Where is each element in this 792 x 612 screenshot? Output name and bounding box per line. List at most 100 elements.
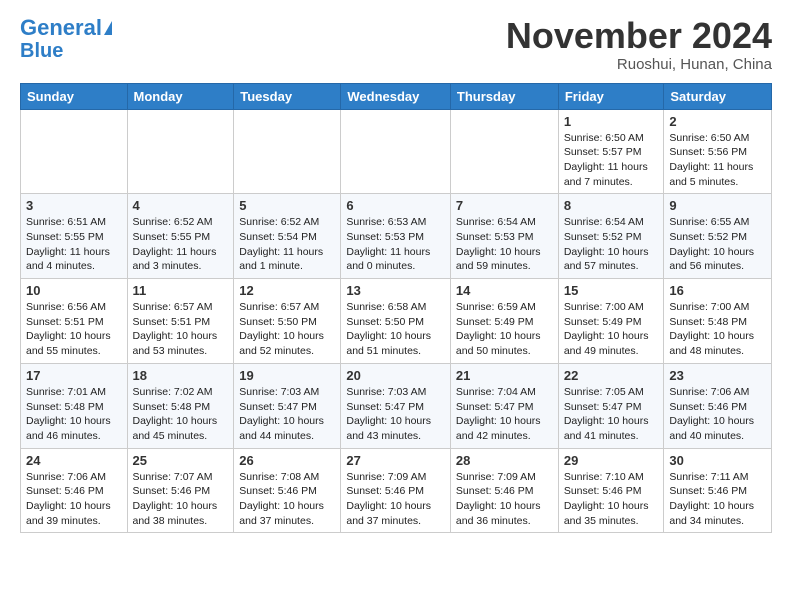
- day-number: 5: [239, 198, 335, 213]
- calendar-cell: 2 Sunrise: 6:50 AMSunset: 5:56 PMDaylight…: [664, 109, 772, 194]
- calendar-cell: 9Sunrise: 6:55 AMSunset: 5:52 PMDaylight…: [664, 194, 772, 279]
- day-number: 1: [564, 114, 659, 129]
- calendar-cell: 7 Sunrise: 6:54 AMSunset: 5:53 PMDaylight…: [450, 194, 558, 279]
- calendar-week-row: 3 Sunrise: 6:51 AMSunset: 5:55 PMDaylight…: [21, 194, 772, 279]
- month-title: November 2024: [506, 16, 772, 56]
- calendar-header-row: SundayMondayTuesdayWednesdayThursdayFrid…: [21, 83, 772, 109]
- day-number: 25: [133, 453, 229, 468]
- calendar-week-row: 17Sunrise: 7:01 AMSunset: 5:48 PMDayligh…: [21, 363, 772, 448]
- calendar-cell: 19Sunrise: 7:03 AMSunset: 5:47 PMDayligh…: [234, 363, 341, 448]
- title-block: November 2024 Ruoshui, Hunan, China: [506, 16, 772, 73]
- day-number: 27: [346, 453, 445, 468]
- day-number: 15: [564, 283, 659, 298]
- calendar-cell: 23Sunrise: 7:06 AMSunset: 5:46 PMDayligh…: [664, 363, 772, 448]
- day-info: Sunrise: 7:08 AMSunset: 5:46 PMDaylight:…: [239, 470, 335, 529]
- day-info: Sunrise: 7:06 AMSunset: 5:46 PMDaylight:…: [669, 385, 766, 444]
- day-number: 16: [669, 283, 766, 298]
- day-number: 29: [564, 453, 659, 468]
- weekday-header: Sunday: [21, 83, 128, 109]
- day-number: 6: [346, 198, 445, 213]
- day-number: 2: [669, 114, 766, 129]
- calendar-cell: 27 Sunrise: 7:09 AMSunset: 5:46 PMDayligh…: [341, 448, 451, 533]
- day-number: 4: [133, 198, 229, 213]
- day-number: 14: [456, 283, 553, 298]
- day-number: 7: [456, 198, 553, 213]
- calendar-cell: 29 Sunrise: 7:10 AMSunset: 5:46 PMDayligh…: [558, 448, 664, 533]
- calendar-week-row: 24 Sunrise: 7:06 AMSunset: 5:46 PMDayligh…: [21, 448, 772, 533]
- calendar-cell: 24 Sunrise: 7:06 AMSunset: 5:46 PMDayligh…: [21, 448, 128, 533]
- logo-line2: Blue: [20, 40, 63, 62]
- day-info: Sunrise: 7:06 AMSunset: 5:46 PMDaylight:…: [26, 470, 122, 529]
- calendar-cell: 16 Sunrise: 7:00 AMSunset: 5:48 PMDayligh…: [664, 279, 772, 364]
- day-info: Sunrise: 6:53 AMSunset: 5:53 PMDaylight:…: [346, 215, 445, 274]
- day-info: Sunrise: 6:50 AMSunset: 5:57 PMDaylight:…: [564, 131, 659, 190]
- logo: General Blue: [20, 16, 112, 62]
- calendar-cell: 11 Sunrise: 6:57 AMSunset: 5:51 PMDayligh…: [127, 279, 234, 364]
- calendar-cell: 18 Sunrise: 7:02 AMSunset: 5:48 PMDayligh…: [127, 363, 234, 448]
- calendar-cell: 22 Sunrise: 7:05 AMSunset: 5:47 PMDayligh…: [558, 363, 664, 448]
- header: General Blue November 2024 Ruoshui, Huna…: [20, 16, 772, 73]
- calendar-cell: 20Sunrise: 7:03 AMSunset: 5:47 PMDayligh…: [341, 363, 451, 448]
- day-number: 3: [26, 198, 122, 213]
- day-info: Sunrise: 6:51 AMSunset: 5:55 PMDaylight:…: [26, 215, 122, 274]
- day-number: 28: [456, 453, 553, 468]
- day-number: 10: [26, 283, 122, 298]
- calendar-cell: 8Sunrise: 6:54 AMSunset: 5:52 PMDaylight…: [558, 194, 664, 279]
- calendar-cell: [341, 109, 451, 194]
- day-info: Sunrise: 7:09 AMSunset: 5:46 PMDaylight:…: [346, 470, 445, 529]
- calendar-cell: 30Sunrise: 7:11 AMSunset: 5:46 PMDayligh…: [664, 448, 772, 533]
- day-info: Sunrise: 7:10 AMSunset: 5:46 PMDaylight:…: [564, 470, 659, 529]
- calendar-cell: 4 Sunrise: 6:52 AMSunset: 5:55 PMDaylight…: [127, 194, 234, 279]
- day-number: 18: [133, 368, 229, 383]
- calendar-week-row: 1 Sunrise: 6:50 AMSunset: 5:57 PMDaylight…: [21, 109, 772, 194]
- day-number: 8: [564, 198, 659, 213]
- day-info: Sunrise: 7:03 AMSunset: 5:47 PMDaylight:…: [346, 385, 445, 444]
- logo-text: General: [20, 16, 102, 40]
- calendar-cell: 26 Sunrise: 7:08 AMSunset: 5:46 PMDayligh…: [234, 448, 341, 533]
- day-info: Sunrise: 7:11 AMSunset: 5:46 PMDaylight:…: [669, 470, 766, 529]
- day-number: 13: [346, 283, 445, 298]
- calendar-cell: 15Sunrise: 7:00 AMSunset: 5:49 PMDayligh…: [558, 279, 664, 364]
- day-number: 26: [239, 453, 335, 468]
- calendar-cell: [450, 109, 558, 194]
- calendar-cell: 10Sunrise: 6:56 AMSunset: 5:51 PMDayligh…: [21, 279, 128, 364]
- day-info: Sunrise: 7:04 AMSunset: 5:47 PMDaylight:…: [456, 385, 553, 444]
- day-number: 11: [133, 283, 229, 298]
- day-number: 24: [26, 453, 122, 468]
- calendar-cell: 25 Sunrise: 7:07 AMSunset: 5:46 PMDayligh…: [127, 448, 234, 533]
- calendar-cell: 13 Sunrise: 6:58 AMSunset: 5:50 PMDayligh…: [341, 279, 451, 364]
- day-number: 21: [456, 368, 553, 383]
- day-info: Sunrise: 6:59 AMSunset: 5:49 PMDaylight:…: [456, 300, 553, 359]
- page: General Blue November 2024 Ruoshui, Huna…: [0, 0, 792, 549]
- day-info: Sunrise: 6:52 AMSunset: 5:55 PMDaylight:…: [133, 215, 229, 274]
- day-info: Sunrise: 6:54 AMSunset: 5:53 PMDaylight:…: [456, 215, 553, 274]
- calendar-week-row: 10Sunrise: 6:56 AMSunset: 5:51 PMDayligh…: [21, 279, 772, 364]
- location: Ruoshui, Hunan, China: [506, 56, 772, 73]
- weekday-header: Monday: [127, 83, 234, 109]
- day-info: Sunrise: 7:07 AMSunset: 5:46 PMDaylight:…: [133, 470, 229, 529]
- day-number: 9: [669, 198, 766, 213]
- day-info: Sunrise: 6:50 AMSunset: 5:56 PMDaylight:…: [669, 131, 766, 190]
- calendar-cell: 12Sunrise: 6:57 AMSunset: 5:50 PMDayligh…: [234, 279, 341, 364]
- day-info: Sunrise: 7:02 AMSunset: 5:48 PMDaylight:…: [133, 385, 229, 444]
- calendar-cell: 3 Sunrise: 6:51 AMSunset: 5:55 PMDaylight…: [21, 194, 128, 279]
- logo-line1: General: [20, 15, 102, 40]
- day-info: Sunrise: 6:57 AMSunset: 5:50 PMDaylight:…: [239, 300, 335, 359]
- day-info: Sunrise: 6:57 AMSunset: 5:51 PMDaylight:…: [133, 300, 229, 359]
- calendar-cell: 17Sunrise: 7:01 AMSunset: 5:48 PMDayligh…: [21, 363, 128, 448]
- calendar-cell: 6 Sunrise: 6:53 AMSunset: 5:53 PMDaylight…: [341, 194, 451, 279]
- weekday-header: Thursday: [450, 83, 558, 109]
- day-info: Sunrise: 7:01 AMSunset: 5:48 PMDaylight:…: [26, 385, 122, 444]
- day-info: Sunrise: 7:00 AMSunset: 5:48 PMDaylight:…: [669, 300, 766, 359]
- calendar-cell: [127, 109, 234, 194]
- day-number: 22: [564, 368, 659, 383]
- day-info: Sunrise: 7:05 AMSunset: 5:47 PMDaylight:…: [564, 385, 659, 444]
- calendar-cell: 5Sunrise: 6:52 AMSunset: 5:54 PMDaylight…: [234, 194, 341, 279]
- day-info: Sunrise: 7:03 AMSunset: 5:47 PMDaylight:…: [239, 385, 335, 444]
- weekday-header: Tuesday: [234, 83, 341, 109]
- calendar-cell: [21, 109, 128, 194]
- calendar-cell: 21 Sunrise: 7:04 AMSunset: 5:47 PMDayligh…: [450, 363, 558, 448]
- day-info: Sunrise: 6:58 AMSunset: 5:50 PMDaylight:…: [346, 300, 445, 359]
- calendar-cell: 1 Sunrise: 6:50 AMSunset: 5:57 PMDaylight…: [558, 109, 664, 194]
- calendar-cell: 28Sunrise: 7:09 AMSunset: 5:46 PMDayligh…: [450, 448, 558, 533]
